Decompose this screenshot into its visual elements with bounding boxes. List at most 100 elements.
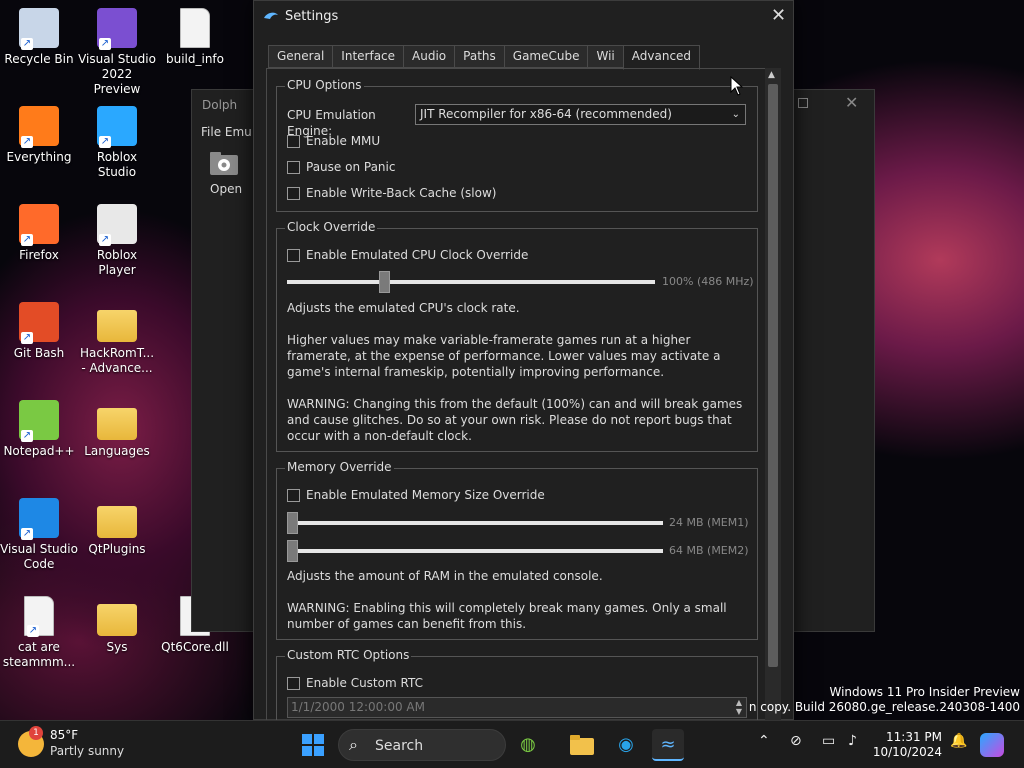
- desktop-icon[interactable]: ↗ Notepad++: [0, 400, 78, 459]
- mem2-slider-track[interactable]: [287, 549, 663, 553]
- desktop-icon[interactable]: build_info: [156, 8, 234, 67]
- desktop-icon[interactable]: QtPlugins: [78, 498, 156, 557]
- clock-slider-track[interactable]: [287, 280, 655, 284]
- desktop-icon[interactable]: Languages: [78, 400, 156, 459]
- desktop-icon[interactable]: ↗ Visual Studio Code: [0, 498, 78, 572]
- shortcut-arrow-icon: ↗: [21, 430, 33, 442]
- vertical-scrollbar[interactable]: ▲: [765, 68, 781, 721]
- spin-arrows-icon[interactable]: ▲ ▼: [732, 698, 746, 717]
- start-button[interactable]: [297, 729, 329, 761]
- chevron-up-icon[interactable]: ⌃: [758, 733, 770, 749]
- weather-widget[interactable]: 1 85°F Partly sunny: [18, 726, 148, 762]
- rtc-datetime-field[interactable]: 1/1/2000 12:00:00 AM ▲ ▼: [287, 697, 747, 718]
- desktop-icon[interactable]: ↗ Everything: [0, 106, 78, 165]
- tab-wii[interactable]: Wii: [587, 45, 623, 68]
- file-explorer-icon[interactable]: [566, 729, 598, 761]
- tab-advanced[interactable]: Advanced: [622, 45, 701, 70]
- shortcut-arrow-icon: ↗: [27, 625, 39, 637]
- clock-override-checkbox[interactable]: Enable Emulated CPU Clock Override: [287, 248, 528, 262]
- shortcut-arrow-icon: ↗: [99, 38, 111, 50]
- desktop-app-icon: ↗: [97, 8, 137, 50]
- close-icon[interactable]: ✕: [845, 93, 858, 112]
- custom-rtc-checkbox[interactable]: Enable Custom RTC: [287, 676, 423, 690]
- desktop-icon[interactable]: ↗ Roblox Player: [78, 204, 156, 278]
- desktop-icon[interactable]: ↗ Git Bash: [0, 302, 78, 361]
- volume-icon[interactable]: ♪: [848, 733, 857, 749]
- shortcut-arrow-icon: ↗: [99, 234, 111, 246]
- display-icon[interactable]: ▭: [822, 733, 835, 749]
- mem2-slider-thumb[interactable]: [287, 540, 298, 562]
- mem1-slider-thumb[interactable]: [287, 512, 298, 534]
- windows-watermark: Windows 11 Pro Insider Preview n copy. B…: [749, 685, 1020, 715]
- cpu-engine-select[interactable]: JIT Recompiler for x86-64 (recommended) ⌄: [415, 104, 746, 125]
- checkbox-box[interactable]: [287, 134, 300, 148]
- taskbar-search[interactable]: ⌕ Search: [338, 729, 506, 761]
- memory-override-group: Memory Override Enable Emulated Memory S…: [276, 460, 758, 640]
- clock-date: 10/10/2024: [872, 745, 942, 759]
- desktop-icon-label: Firefox: [19, 248, 59, 262]
- desktop-icon-label: Qt6Core.dll: [161, 640, 229, 654]
- dolphin-menu-bar[interactable]: File Emu: [201, 125, 252, 139]
- checkbox-label: Pause on Panic: [306, 160, 396, 174]
- network-icon[interactable]: ⊘: [790, 733, 802, 749]
- memory-override-checkbox[interactable]: Enable Emulated Memory Size Override: [287, 488, 545, 502]
- desktop-app-icon: [97, 506, 137, 538]
- dolphin-taskbar-icon[interactable]: ≈: [652, 729, 684, 761]
- chevron-down-icon: ⌄: [731, 109, 740, 120]
- desktop-icon-label: Visual Studio 2022 Preview: [78, 52, 156, 96]
- settings-title: Settings: [285, 9, 339, 24]
- scrollbar-thumb[interactable]: [768, 84, 778, 667]
- desktop-icon-label: Roblox Studio: [96, 150, 138, 179]
- desktop-icon[interactable]: Sys: [78, 596, 156, 655]
- desktop-app-icon: ↗: [97, 106, 137, 148]
- open-icon[interactable]: [208, 150, 240, 182]
- enable-mmu-checkbox[interactable]: Enable MMU: [287, 134, 380, 148]
- group-title: Clock Override: [285, 220, 378, 234]
- rtc-value: 1/1/2000 12:00:00 AM: [291, 700, 425, 714]
- clock-slider-thumb[interactable]: [379, 271, 390, 293]
- tab-general[interactable]: General: [268, 45, 333, 68]
- checkbox-box[interactable]: [287, 160, 300, 174]
- search-icon: ⌕: [349, 735, 358, 754]
- scroll-up-icon[interactable]: ▲: [768, 70, 775, 80]
- desktop-app-icon: ↗: [19, 106, 59, 148]
- desktop-icon[interactable]: HackRomT... - Advance...: [78, 302, 156, 376]
- notification-bell-icon[interactable]: 🔔: [950, 733, 967, 749]
- desktop-icon-label: Languages: [84, 444, 150, 458]
- desktop-icon[interactable]: ↗ cat are steammm...: [0, 596, 78, 670]
- copilot-icon[interactable]: [980, 733, 1004, 757]
- desktop-icon[interactable]: ↗ Firefox: [0, 204, 78, 263]
- desktop-icon[interactable]: ↗ Recycle Bin: [0, 8, 78, 67]
- desktop-icon-label: Roblox Player: [96, 248, 138, 277]
- xbox-icon[interactable]: ◍: [512, 729, 544, 761]
- close-icon[interactable]: ✕: [771, 5, 786, 26]
- checkbox-box[interactable]: [287, 676, 300, 690]
- tab-gamecube[interactable]: GameCube: [503, 45, 588, 68]
- dolphin-icon: [263, 10, 279, 20]
- tab-audio[interactable]: Audio: [403, 45, 455, 68]
- desktop-icon[interactable]: ↗ Visual Studio 2022 Preview: [78, 8, 156, 97]
- taskbar-clock[interactable]: 11:31 PM 10/10/2024: [872, 730, 942, 760]
- tab-paths[interactable]: Paths: [454, 45, 504, 68]
- desktop-app-icon: ↗: [97, 204, 137, 246]
- checkbox-box[interactable]: [287, 186, 300, 200]
- checkbox-box[interactable]: [287, 248, 300, 262]
- shortcut-arrow-icon: ↗: [21, 234, 33, 246]
- mem1-slider-track[interactable]: [287, 521, 663, 525]
- mem1-value: 24 MB (MEM1): [669, 516, 749, 529]
- desktop-icon-label: Notepad++: [3, 444, 75, 458]
- write-back-cache-checkbox[interactable]: Enable Write-Back Cache (slow): [287, 186, 496, 200]
- desktop-icon[interactable]: ↗ Roblox Studio: [78, 106, 156, 180]
- tab-interface[interactable]: Interface: [332, 45, 404, 68]
- maximize-icon[interactable]: [798, 98, 808, 108]
- taskbar: 1 85°F Partly sunny ⌕ Search ◍ ◉ ≈ ⌃ ⊘ ▭…: [0, 720, 1024, 768]
- desktop-icon-label: Recycle Bin: [4, 52, 74, 66]
- desktop-icon-label: Everything: [6, 150, 72, 164]
- desktop-app-icon: ↗: [19, 8, 59, 50]
- edge-icon[interactable]: ◉: [610, 729, 642, 761]
- shortcut-arrow-icon: ↗: [99, 136, 111, 148]
- shortcut-arrow-icon: ↗: [21, 38, 33, 50]
- pause-on-panic-checkbox[interactable]: Pause on Panic: [287, 160, 395, 174]
- checkbox-box[interactable]: [287, 488, 300, 502]
- desktop-icon-label: QtPlugins: [88, 542, 146, 556]
